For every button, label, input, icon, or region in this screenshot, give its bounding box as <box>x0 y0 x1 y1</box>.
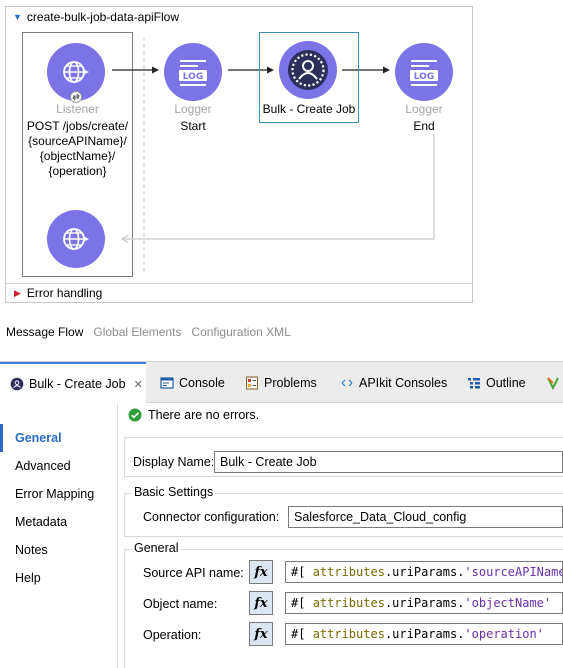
expr-string: 'operation' <box>464 627 544 641</box>
expand-triangle-icon[interactable]: ▶ <box>14 288 21 299</box>
panel-tab-bar: Bulk - Create Job ✕ Console Problems API… <box>0 361 563 404</box>
expr-dot: . <box>384 596 393 610</box>
tab-overflow[interactable] <box>546 362 563 403</box>
log-icon-text: LOG <box>183 72 203 82</box>
connector-config-select[interactable]: Salesforce_Data_Cloud_config <box>288 506 563 528</box>
expr-string: 'objectName' <box>464 596 552 610</box>
operation-input[interactable]: #[ attributes. uriParams.'operation' <box>285 623 563 645</box>
tab-console-label: Console <box>179 375 225 390</box>
salesforce-person-icon <box>10 377 24 391</box>
object-name-input[interactable]: #[ attributes. uriParams.'objectName' <box>285 592 563 614</box>
tab-problems-label: Problems <box>264 375 317 390</box>
display-name-input[interactable]: Bulk - Create Job <box>214 451 563 473</box>
expr-prefix: #[ <box>291 565 306 579</box>
tab-apikit-consoles-label: APIkit Consoles <box>359 375 448 390</box>
status-text: There are no errors. <box>148 408 260 422</box>
expr-object: attributes <box>312 565 385 579</box>
expr-property: uriParams <box>392 596 458 610</box>
properties-form: There are no errors. Display Name: Bulk … <box>118 403 563 668</box>
logger-start-node[interactable]: LOG <box>164 43 222 101</box>
flow-canvas: ▼ create-bulk-job-data-apiFlow Listener … <box>5 6 473 303</box>
tab-apikit-consoles[interactable]: APIkit Consoles <box>340 362 447 403</box>
logger-start-sublabel: Start <box>180 119 206 133</box>
salesforce-person-icon <box>288 50 328 90</box>
log-icon: LOG <box>410 60 438 86</box>
nav-advanced[interactable]: Advanced <box>0 452 118 480</box>
close-icon[interactable]: ✕ <box>134 378 143 391</box>
expr-prefix: #[ <box>291 627 306 641</box>
operation-label: Operation: <box>143 628 202 642</box>
outline-icon <box>468 377 480 388</box>
source-api-name-label: Source API name: <box>143 566 244 580</box>
tab-console[interactable]: Console <box>160 362 225 403</box>
fx-toggle-button[interactable]: fx <box>249 560 273 584</box>
object-name-label: Object name: <box>143 597 218 611</box>
check-circle-icon <box>128 408 142 422</box>
basic-settings-title: Basic Settings <box>132 485 216 499</box>
expr-property: uriParams <box>392 627 458 641</box>
expr-dot: . <box>384 627 393 641</box>
apikit-icon <box>341 379 353 386</box>
expr-property: uriParams <box>392 565 458 579</box>
logger-end-sublabel: End <box>413 119 435 133</box>
tab-outline[interactable]: Outline <box>467 362 526 403</box>
logger-end-label: Logger <box>405 102 443 116</box>
source-api-name-input[interactable]: #[ attributes. uriParams.'sourceAPIName' <box>285 561 563 583</box>
tab-message-flow[interactable]: Message Flow <box>6 325 83 339</box>
general-group-title: General <box>132 541 181 555</box>
nav-notes[interactable]: Notes <box>0 536 118 564</box>
bulk-create-job-node[interactable] <box>279 41 337 99</box>
error-handling-row[interactable]: ▶ Error handling <box>6 283 472 302</box>
expr-object: attributes <box>312 627 385 641</box>
expr-object: attributes <box>312 596 385 610</box>
expr-dot: . <box>457 627 465 641</box>
connector-config-label: Connector configuration: <box>143 510 280 524</box>
status-bar: There are no errors. <box>128 408 259 422</box>
editor-tabs: Message Flow Global Elements Configurati… <box>6 325 291 339</box>
expr-dot: . <box>457 565 465 579</box>
nav-metadata[interactable]: Metadata <box>0 508 118 536</box>
log-icon: LOG <box>179 60 207 86</box>
create-job-label: Bulk - Create Job <box>262 102 356 116</box>
console-icon <box>160 376 174 389</box>
flow-connectors <box>112 66 435 244</box>
log-icon-text: LOG <box>414 72 434 82</box>
mule-palette-icon <box>547 376 559 390</box>
tab-problems[interactable]: Problems <box>245 362 317 403</box>
expr-prefix: #[ <box>291 596 306 610</box>
logger-end-node[interactable]: LOG <box>395 43 453 101</box>
properties-side-nav: General Advanced Error Mapping Metadata … <box>0 403 118 668</box>
nav-error-mapping[interactable]: Error Mapping <box>0 480 118 508</box>
expr-dot: . <box>457 596 465 610</box>
tab-global-elements[interactable]: Global Elements <box>93 325 181 339</box>
tab-bulk-create-job-label: Bulk - Create Job <box>29 377 126 391</box>
tab-configuration-xml[interactable]: Configuration XML <box>191 325 290 339</box>
expr-string: 'sourceAPIName' <box>464 565 563 579</box>
expr-dot: . <box>384 565 393 579</box>
nav-general[interactable]: General <box>0 424 118 452</box>
logger-start-label: Logger <box>174 102 212 116</box>
tab-outline-label: Outline <box>486 375 526 390</box>
error-handling-label: Error handling <box>26 286 103 300</box>
nav-help[interactable]: Help <box>0 564 118 592</box>
display-name-label: Display Name: <box>133 455 215 469</box>
fx-toggle-button[interactable]: fx <box>249 591 273 615</box>
tab-bulk-create-job[interactable]: Bulk - Create Job ✕ <box>0 362 146 404</box>
problems-icon <box>246 376 258 389</box>
fx-toggle-button[interactable]: fx <box>249 622 273 646</box>
